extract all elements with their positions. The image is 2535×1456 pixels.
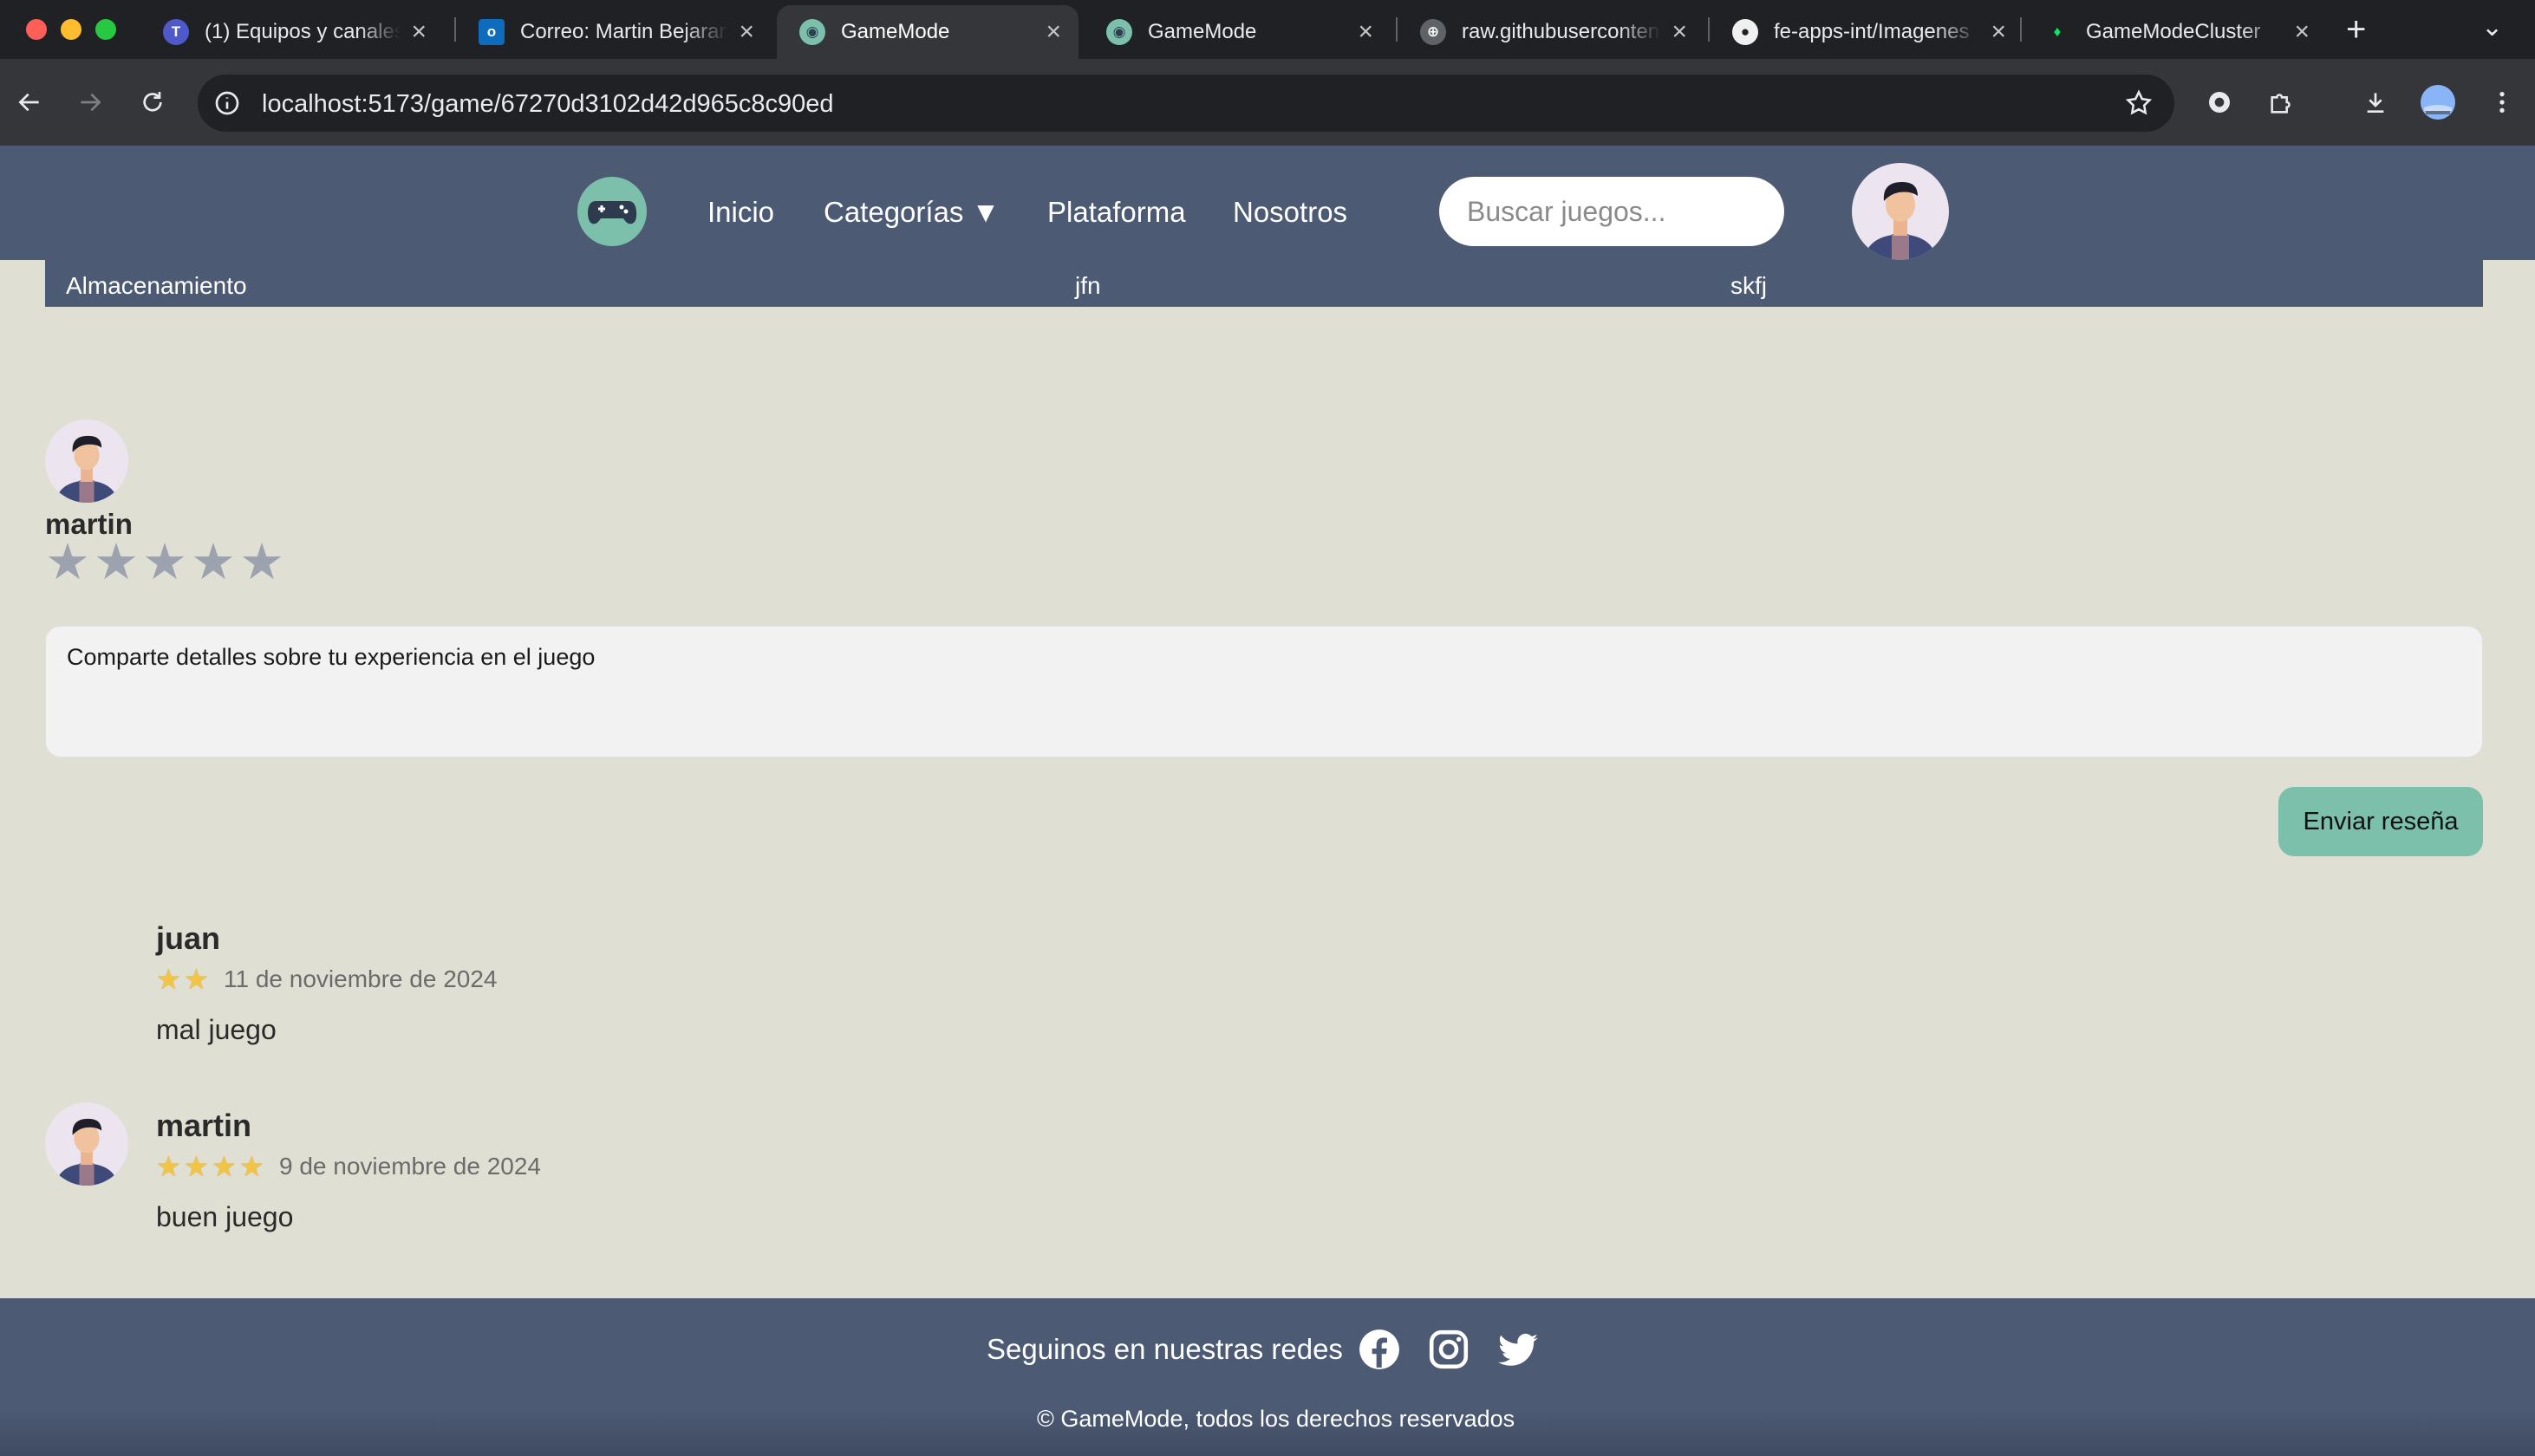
rating-star-icon[interactable]: ★ bbox=[45, 537, 94, 588]
extension-icon[interactable] bbox=[2199, 81, 2240, 123]
close-tab-icon[interactable]: × bbox=[1672, 19, 1687, 45]
url-text: localhost:5173/game/67270d3102d42d965c8c… bbox=[262, 90, 834, 118]
search-input[interactable] bbox=[1439, 177, 1784, 246]
review-item: juan ★ ★ 11 de noviembre de 2024 mal jueg… bbox=[0, 915, 2535, 1054]
globe-icon: ⊕ bbox=[1420, 19, 1446, 45]
browser-menu-icon[interactable] bbox=[2481, 81, 2523, 123]
maximize-window-button[interactable] bbox=[95, 19, 116, 40]
page-viewport: Inicio Categorías ▼ Plataforma Nosotros … bbox=[0, 146, 2535, 1456]
gamepad-icon bbox=[588, 201, 637, 224]
minimize-window-button[interactable] bbox=[61, 19, 81, 40]
review-meta: ★ ★ ★ ★ 9 de noviembre de 2024 bbox=[156, 1153, 541, 1180]
copyright-text: © GameMode, todos los derechos reservado… bbox=[1037, 1406, 1515, 1432]
rating-star-icon[interactable]: ★ bbox=[239, 537, 288, 588]
spec-label: Almacenamiento bbox=[66, 272, 247, 299]
review-date: 11 de noviembre de 2024 bbox=[224, 965, 498, 992]
gamemode-icon: ◉ bbox=[799, 19, 825, 45]
gamemode-icon: ◉ bbox=[1106, 19, 1132, 45]
review-stars: ★ ★ bbox=[156, 965, 212, 993]
tab-search-chevron-icon[interactable]: ⌄ bbox=[2481, 12, 2503, 42]
review-meta: ★ ★ 11 de noviembre de 2024 bbox=[156, 965, 498, 993]
close-tab-icon[interactable]: × bbox=[2294, 19, 2310, 45]
review-textarea[interactable] bbox=[45, 626, 2483, 757]
rating-star-icon[interactable]: ★ bbox=[94, 537, 142, 588]
browser-tab[interactable]: ♦ GameModeCluster × bbox=[2022, 5, 2327, 59]
address-bar[interactable]: localhost:5173/game/67270d3102d42d965c8c… bbox=[198, 75, 2174, 132]
nav-link-plataforma[interactable]: Plataforma bbox=[1047, 196, 1186, 229]
star-icon: ★ bbox=[212, 1151, 237, 1182]
star-icon: ★ bbox=[184, 964, 209, 995]
game-specs-bar: Almacenamiento jfn skfj bbox=[45, 260, 2483, 307]
mongodb-leaf-icon: ♦ bbox=[2053, 23, 2062, 40]
browser-tab[interactable]: o Correo: Martin Bejarano - Outlook × bbox=[456, 5, 772, 59]
downloads-icon[interactable] bbox=[2355, 81, 2396, 123]
gamemode-logo[interactable] bbox=[577, 177, 647, 246]
back-icon[interactable] bbox=[9, 81, 50, 123]
rating-input[interactable]: ★ ★ ★ ★ ★ bbox=[45, 537, 288, 588]
extensions-puzzle-icon[interactable] bbox=[2261, 81, 2303, 123]
review-text: buen juego bbox=[156, 1201, 294, 1232]
close-tab-icon[interactable]: × bbox=[1046, 19, 1061, 45]
review-item: martin ★ ★ ★ ★ 9 de noviembre de 2024 buen … bbox=[0, 1102, 2535, 1241]
reload-icon[interactable] bbox=[132, 81, 173, 123]
profile-avatar-icon[interactable] bbox=[2417, 81, 2459, 123]
rating-star-icon[interactable]: ★ bbox=[191, 537, 239, 588]
review-date: 9 de noviembre de 2024 bbox=[279, 1153, 541, 1180]
browser-tab[interactable]: ● fe-apps-int/Imagenes × bbox=[1710, 5, 2023, 59]
follow-text: Seguinos en nuestras redes bbox=[987, 1333, 1343, 1365]
bookmark-star-icon[interactable] bbox=[2124, 88, 2154, 118]
instagram-icon[interactable] bbox=[1427, 1328, 1470, 1371]
facebook-icon[interactable] bbox=[1358, 1328, 1401, 1371]
review-stars: ★ ★ ★ ★ bbox=[156, 1153, 267, 1180]
site-footer: Seguinos en nuestras redes © GameMode, t… bbox=[0, 1298, 2535, 1456]
spec-value: jfn bbox=[1075, 272, 1101, 299]
close-window-button[interactable] bbox=[26, 19, 47, 40]
browser-tab-active[interactable]: ◉ GameMode × bbox=[777, 5, 1079, 59]
close-tab-icon[interactable]: × bbox=[1358, 19, 1373, 45]
nav-link-nosotros[interactable]: Nosotros bbox=[1233, 196, 1347, 229]
user-avatar[interactable] bbox=[1852, 163, 1949, 260]
submit-review-button[interactable]: Enviar reseña bbox=[2278, 787, 2483, 856]
browser-toolbar: localhost:5173/game/67270d3102d42d965c8c… bbox=[0, 59, 2535, 146]
close-tab-icon[interactable]: × bbox=[411, 19, 427, 45]
nav-link-categorias[interactable]: Categorías ▼ bbox=[824, 196, 1000, 229]
star-icon: ★ bbox=[156, 1151, 181, 1182]
review-username: martin bbox=[156, 1108, 252, 1143]
teams-icon: T bbox=[163, 19, 189, 45]
browser-tab[interactable]: ⊕ raw.githubusercontent.com × bbox=[1398, 5, 1704, 59]
forward-icon[interactable] bbox=[69, 81, 111, 123]
browser-tab[interactable]: ◉ GameMode × bbox=[1084, 5, 1391, 59]
twitter-icon[interactable] bbox=[1496, 1328, 1540, 1371]
star-icon: ★ bbox=[184, 1151, 209, 1182]
spec-value: skfj bbox=[1730, 272, 1767, 299]
nav-link-inicio[interactable]: Inicio bbox=[707, 196, 774, 229]
close-tab-icon[interactable]: × bbox=[739, 19, 754, 45]
github-icon: ● bbox=[1732, 19, 1758, 45]
close-tab-icon[interactable]: × bbox=[1991, 19, 2006, 45]
browser-tab[interactable]: T (1) Equipos y canales | Microsoft Team… bbox=[140, 5, 444, 59]
review-avatar bbox=[45, 1102, 128, 1186]
site-navbar: Inicio Categorías ▼ Plataforma Nosotros bbox=[0, 146, 2535, 260]
new-tab-icon[interactable]: + bbox=[2346, 10, 2366, 49]
star-icon: ★ bbox=[156, 964, 181, 995]
site-info-icon[interactable] bbox=[213, 89, 241, 117]
outlook-icon: o bbox=[479, 19, 505, 45]
star-icon: ★ bbox=[239, 1151, 264, 1182]
composer-avatar bbox=[45, 419, 128, 503]
review-text: mal juego bbox=[156, 1014, 277, 1045]
rating-star-icon[interactable]: ★ bbox=[142, 537, 191, 588]
browser-tab-strip: T (1) Equipos y canales | Microsoft Team… bbox=[0, 0, 2535, 59]
review-username: juan bbox=[156, 920, 221, 956]
